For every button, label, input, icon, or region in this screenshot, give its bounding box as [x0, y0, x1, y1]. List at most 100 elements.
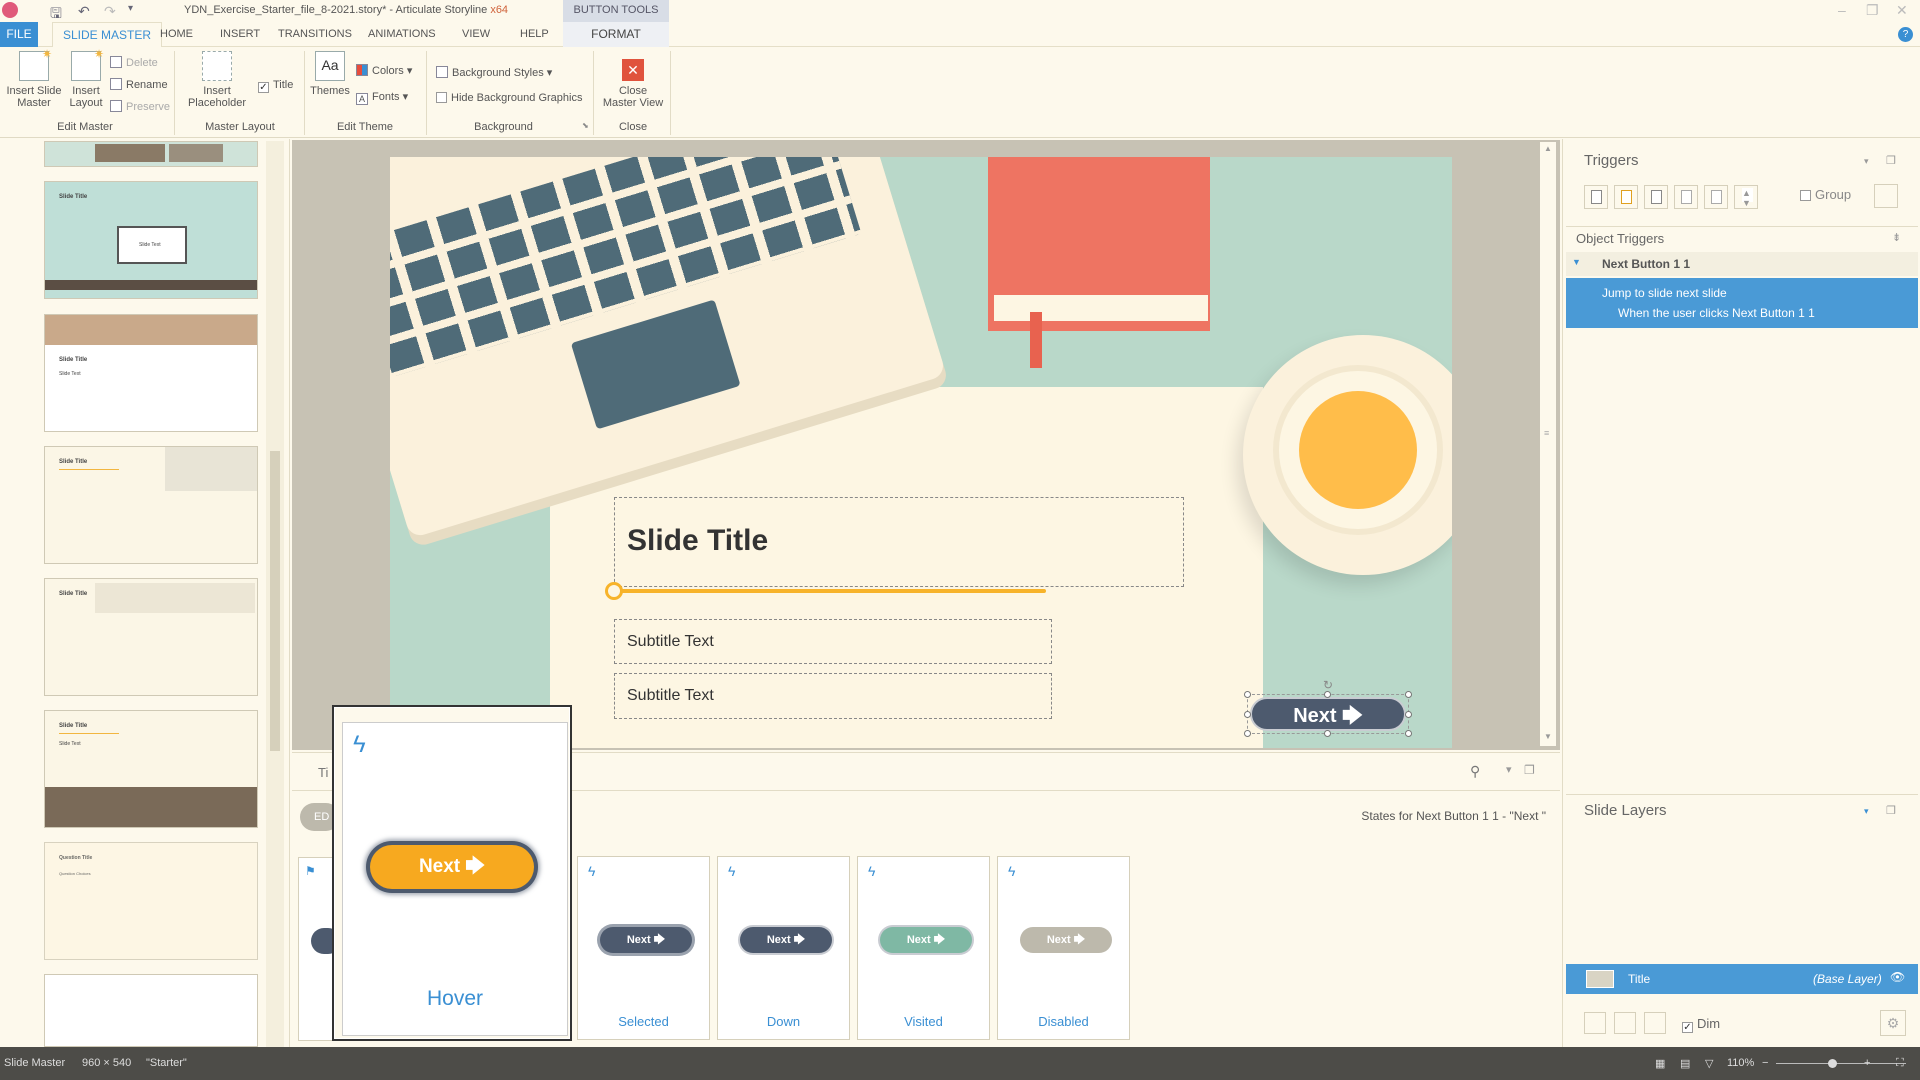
collapse-all-icon[interactable]: ⇟ [1892, 231, 1901, 244]
state-card-normal-partial[interactable]: ⚑ [298, 857, 341, 1041]
delete-layer-icon[interactable] [1644, 1012, 1666, 1034]
new-trigger-icon[interactable] [1584, 185, 1608, 209]
background-styles-button[interactable]: Background Styles ▾ [436, 66, 552, 79]
paste-trigger-icon[interactable] [1674, 185, 1698, 209]
tab-view[interactable]: VIEW [462, 28, 490, 40]
maximize-icon[interactable]: ❐ [1866, 2, 1879, 19]
thumbnail-layout-3[interactable]: Slide Title [44, 446, 258, 564]
title-checkbox[interactable]: ✓ Title [258, 79, 293, 93]
undo-icon[interactable]: ↶ [78, 3, 90, 20]
group-checkbox[interactable]: Group [1800, 187, 1851, 202]
delete-button[interactable]: Delete [110, 56, 158, 69]
scroll-grip-icon[interactable]: ≡ [1544, 428, 1549, 438]
trigger-object-row[interactable]: ▼ Next Button 1 1 [1566, 252, 1918, 276]
duplicate-layer-icon[interactable] [1614, 1012, 1636, 1034]
resize-handle[interactable] [1244, 730, 1251, 737]
scroll-up-icon[interactable]: ▲ [1544, 144, 1552, 153]
thumbnail-layout-1[interactable]: Slide Title Slide Text [44, 181, 258, 299]
subtitle-placeholder-2[interactable]: Subtitle Text [614, 673, 1052, 719]
undock-icon[interactable]: ❐ [1524, 763, 1535, 777]
zoom-slider[interactable] [1776, 1059, 1906, 1068]
rotate-handle-icon[interactable]: ↻ [1323, 678, 1333, 692]
copy-trigger-icon[interactable] [1644, 185, 1668, 209]
resize-handle[interactable] [1405, 691, 1412, 698]
triggers-undock-icon[interactable]: ❐ [1886, 154, 1896, 167]
timeline-tab[interactable]: Ti [318, 765, 328, 780]
title-placeholder[interactable]: Slide Title [614, 497, 1184, 587]
timeline-options-icon[interactable]: ⚲ [1470, 763, 1480, 780]
thumbnail-layout-4[interactable]: Slide Title [44, 578, 258, 696]
dropdown-icon[interactable]: ▾ [1506, 763, 1512, 776]
stage-scrollbar[interactable]: ▲ ≡ ▼ [1540, 142, 1556, 746]
insert-layout-button[interactable]: ✷ Insert Layout [66, 48, 106, 109]
next-button-selection[interactable]: Next 🡆 ↻ [1244, 678, 1412, 737]
resize-handle[interactable] [1244, 711, 1251, 718]
tab-help[interactable]: HELP [520, 28, 549, 40]
move-trigger-icon[interactable]: ▲ ▼ [1734, 185, 1758, 209]
customize-qat-icon[interactable]: ▾ [128, 3, 133, 14]
layers-undock-icon[interactable]: ❐ [1886, 804, 1896, 817]
redo-icon[interactable]: ↷ [104, 3, 116, 20]
zoom-slider-handle[interactable] [1828, 1059, 1837, 1068]
tab-format[interactable]: FORMAT [563, 22, 669, 47]
thumbnail-layout-6[interactable]: Question Title Question Choices [44, 842, 258, 960]
delete-trigger-icon[interactable] [1704, 185, 1728, 209]
thumbnail-layout-7[interactable] [44, 974, 258, 1047]
minimize-icon[interactable]: – [1838, 2, 1846, 18]
expand-icon[interactable]: ▼ [1572, 257, 1581, 267]
help-icon[interactable]: ? [1898, 27, 1913, 42]
rename-button[interactable]: Rename [110, 78, 168, 91]
background-dialog-launcher-icon[interactable]: ⬊ [582, 121, 589, 130]
new-layer-icon[interactable] [1584, 1012, 1606, 1034]
preserve-button[interactable]: Preserve [110, 100, 170, 113]
tab-file[interactable]: FILE [0, 22, 38, 47]
insert-placeholder-button[interactable]: Insert Placeholder [182, 51, 252, 109]
slide-canvas[interactable]: Slide Title Subtitle Text Subtitle Text … [390, 157, 1452, 748]
state-card-selected[interactable]: ϟ Next 🡆 Selected [577, 856, 710, 1040]
trigger-variables-icon[interactable] [1874, 184, 1898, 208]
dim-checkbox[interactable]: ✓ Dim [1682, 1016, 1720, 1033]
tab-insert[interactable]: INSERT [220, 28, 260, 40]
slide-sorter-icon[interactable]: ▤ [1680, 1057, 1690, 1070]
tab-transitions[interactable]: TRANSITIONS [278, 28, 352, 40]
fonts-button[interactable]: A Fonts ▾ [356, 90, 408, 105]
hover-state-card[interactable]: ϟ Next 🡆 Hover [342, 722, 568, 1036]
tab-slide-master[interactable]: SLIDE MASTER [52, 22, 163, 47]
state-card-disabled[interactable]: ϟ Next 🡆 Disabled [997, 856, 1130, 1040]
close-window-icon[interactable]: ✕ [1896, 2, 1908, 19]
resize-handle[interactable] [1324, 691, 1331, 698]
trigger-item[interactable]: Jump to slide next slide When the user c… [1566, 278, 1918, 328]
state-card-visited[interactable]: ϟ Next 🡆 Visited [857, 856, 990, 1040]
resize-handle[interactable] [1244, 691, 1251, 698]
next-button[interactable]: Next 🡆 [1250, 697, 1406, 731]
thumbnail-layout-5[interactable]: Slide Title Slide Text [44, 710, 258, 828]
thumbnail-layout-2[interactable]: Slide Title Slide Text [44, 314, 258, 432]
fit-to-window-icon[interactable]: ⛶ [1896, 1057, 1904, 1070]
tab-home[interactable]: HOME [160, 28, 193, 40]
tab-animations[interactable]: ANIMATIONS [368, 28, 436, 40]
thumbnail-partial[interactable] [44, 141, 258, 167]
zoom-in-icon[interactable]: + [1864, 1057, 1870, 1069]
preview-icon[interactable]: ▽ [1705, 1057, 1713, 1070]
hide-background-graphics-checkbox[interactable]: Hide Background Graphics [436, 92, 582, 104]
eye-icon[interactable]: 👁 [1890, 970, 1905, 984]
scroll-down-icon[interactable]: ▼ [1544, 732, 1552, 741]
zoom-out-icon[interactable]: − [1762, 1057, 1768, 1069]
triggers-collapse-icon[interactable]: ▾ [1864, 156, 1869, 167]
scrollbar-thumb[interactable] [270, 451, 280, 751]
thumbnails-scrollbar[interactable] [266, 141, 284, 1047]
close-master-view-button[interactable]: ✕ Close Master View [598, 51, 668, 109]
themes-button[interactable]: Aa Themes [310, 51, 350, 97]
layer-properties-gear-icon[interactable]: ⚙ [1880, 1010, 1906, 1036]
base-layer-row[interactable]: Title (Base Layer) 👁 [1566, 964, 1918, 994]
resize-handle[interactable] [1405, 711, 1412, 718]
layers-collapse-icon[interactable]: ▾ [1864, 806, 1869, 817]
resize-handle[interactable] [1405, 730, 1412, 737]
state-card-down[interactable]: ϟ Next 🡆 Down [717, 856, 850, 1040]
resize-handle[interactable] [1324, 730, 1331, 737]
normal-view-icon[interactable]: ▦ [1655, 1057, 1665, 1070]
subtitle-placeholder-1[interactable]: Subtitle Text [614, 619, 1052, 664]
colors-button[interactable]: Colors ▾ [356, 64, 412, 77]
edit-trigger-icon[interactable] [1614, 185, 1638, 209]
insert-slide-master-button[interactable]: ✷ Insert Slide Master [4, 48, 64, 109]
